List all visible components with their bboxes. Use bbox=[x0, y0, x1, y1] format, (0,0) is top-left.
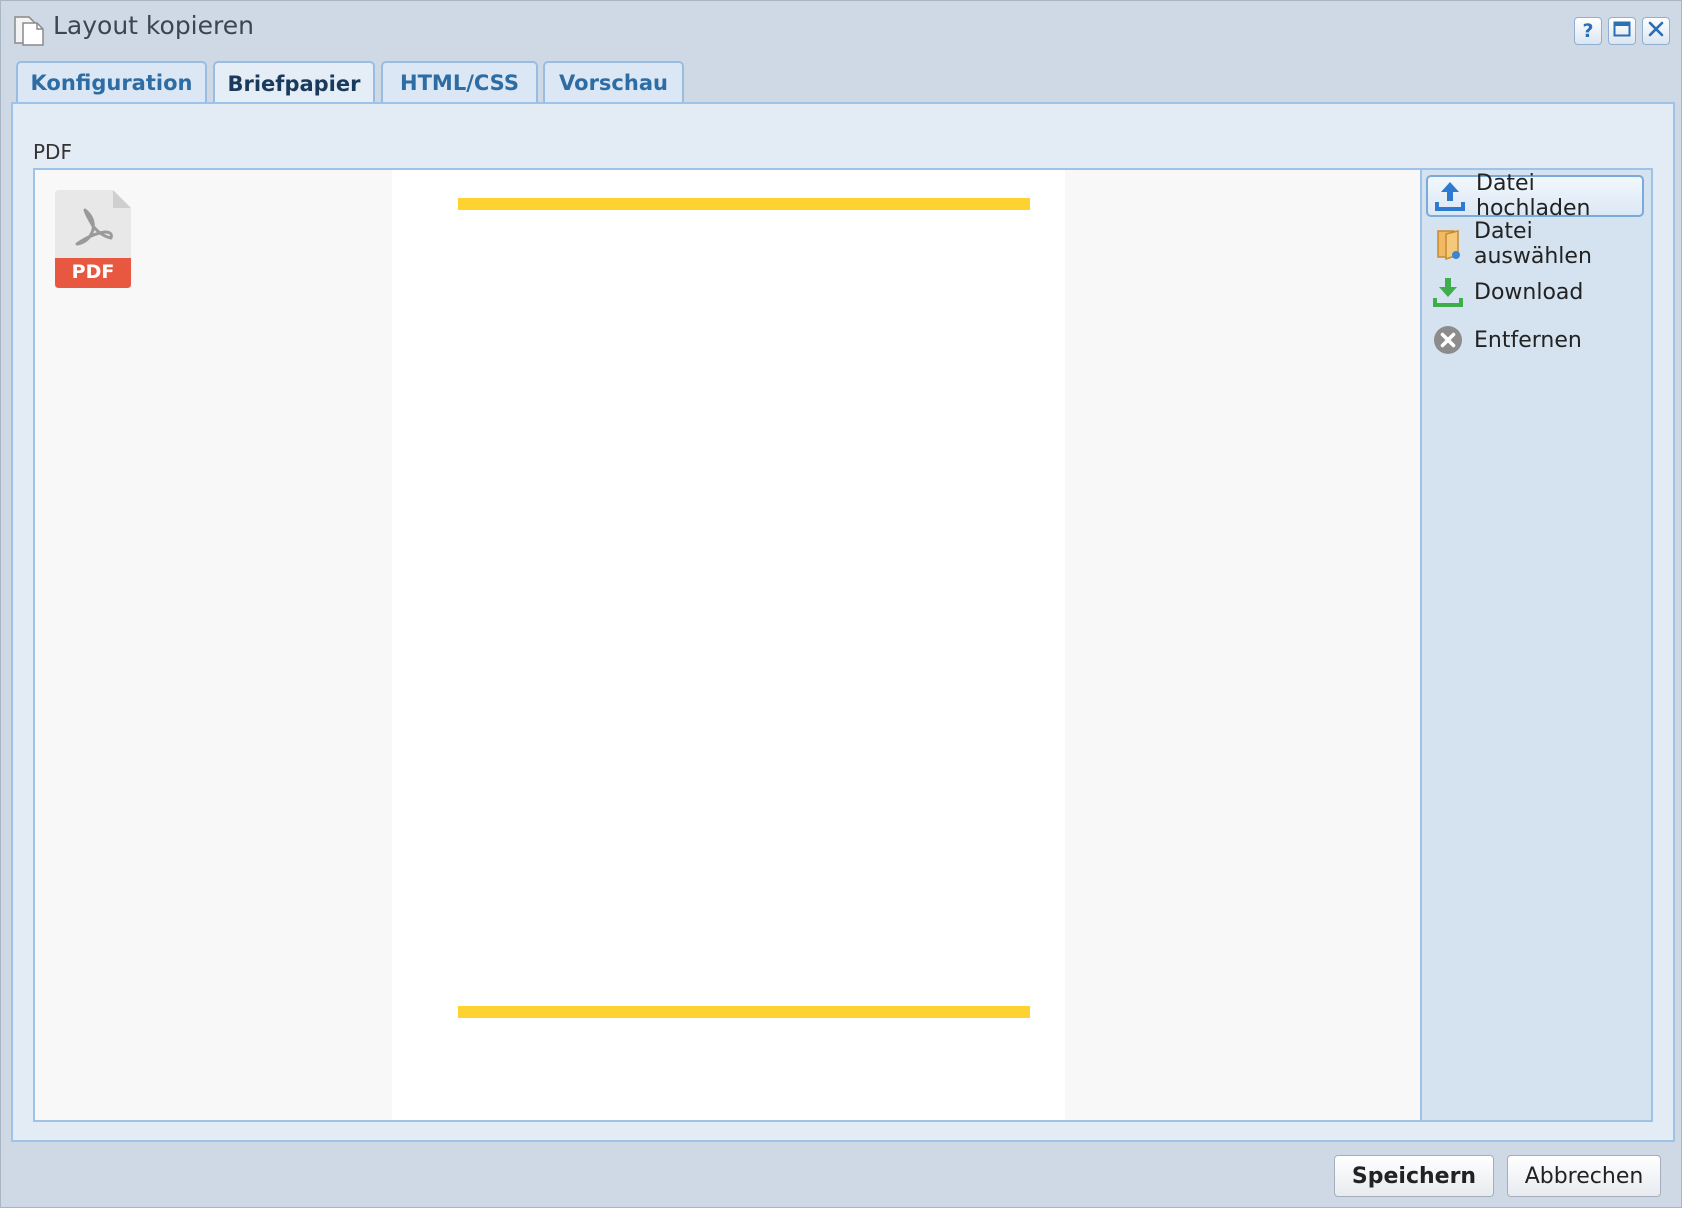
dialog-window: Layout kopieren ? Konfiguration Briefpap… bbox=[0, 0, 1682, 1208]
help-icon: ? bbox=[1582, 20, 1594, 42]
maximize-button[interactable] bbox=[1608, 17, 1636, 45]
close-icon bbox=[1648, 20, 1664, 42]
tab-html-css[interactable]: HTML/CSS bbox=[381, 61, 538, 103]
remove-button[interactable]: Entfernen bbox=[1426, 319, 1644, 361]
remove-label: Entfernen bbox=[1474, 327, 1582, 353]
select-file-label: Datei auswählen bbox=[1474, 219, 1592, 269]
download-icon bbox=[1432, 276, 1464, 308]
tab-vorschau[interactable]: Vorschau bbox=[543, 61, 684, 103]
tab-panel: PDF PDF Datei hochladen Datei auswählen … bbox=[11, 102, 1675, 1142]
download-label: Download bbox=[1474, 279, 1584, 305]
folder-icon bbox=[1432, 228, 1464, 261]
section-label: PDF bbox=[33, 140, 72, 164]
remove-icon bbox=[1432, 324, 1464, 356]
pdf-content-area: PDF Datei hochladen Datei auswählen Down… bbox=[33, 168, 1653, 1122]
tab-konfiguration[interactable]: Konfiguration bbox=[16, 61, 207, 103]
download-button[interactable]: Download bbox=[1426, 271, 1644, 313]
pdf-thumb-label: PDF bbox=[71, 261, 115, 283]
close-button[interactable] bbox=[1642, 17, 1670, 45]
copy-pages-icon bbox=[13, 13, 45, 47]
tab-briefpapier[interactable]: Briefpapier bbox=[213, 61, 375, 105]
cancel-button[interactable]: Abbrechen bbox=[1507, 1155, 1661, 1197]
maximize-icon bbox=[1613, 20, 1631, 42]
help-button[interactable]: ? bbox=[1574, 17, 1602, 45]
save-button[interactable]: Speichern bbox=[1334, 1155, 1494, 1197]
pdf-preview-page bbox=[392, 170, 1065, 1120]
footer-rule bbox=[458, 1006, 1030, 1018]
upload-file-button[interactable]: Datei hochladen bbox=[1426, 171, 1644, 221]
upload-icon bbox=[1434, 180, 1466, 212]
select-file-button[interactable]: Datei auswählen bbox=[1426, 219, 1644, 269]
window-title: Layout kopieren bbox=[53, 11, 254, 40]
title-bar[interactable]: Layout kopieren ? bbox=[1, 1, 1681, 59]
header-rule bbox=[458, 198, 1030, 210]
pdf-file-icon[interactable]: PDF bbox=[55, 190, 131, 288]
upload-file-label: Datei hochladen bbox=[1476, 171, 1591, 221]
action-sidebar: Datei hochladen Datei auswählen Download… bbox=[1420, 170, 1651, 1120]
